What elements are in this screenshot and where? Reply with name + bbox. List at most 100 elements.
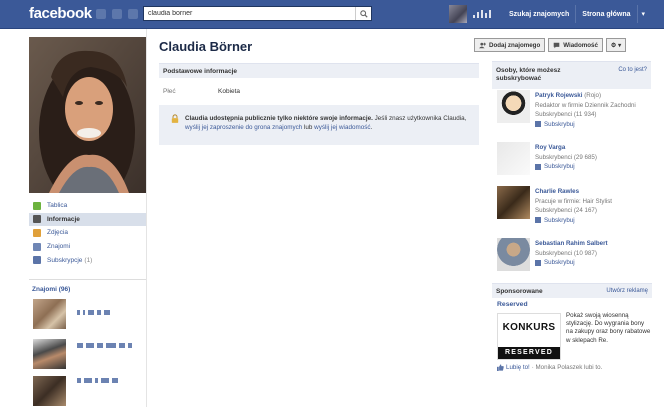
subscribe-suggestion: Charlie Rawles Pracuje w firmie: Hair Sty… (497, 186, 652, 224)
notice-or-text: lub (302, 124, 315, 131)
suggestion-name[interactable]: Roy Varga (535, 144, 565, 151)
friend-requests-icon[interactable] (96, 9, 106, 19)
gender-row: Płeć Kobieta (163, 88, 240, 95)
subscribe-button[interactable]: Subskrybuj (535, 258, 608, 268)
suggestion-photo[interactable] (497, 186, 530, 219)
profile-picture[interactable] (29, 37, 146, 193)
suggestion-name[interactable]: Patryk Rojewski (535, 92, 582, 99)
top-bar-right: Szukaj znajomych Strona główna ▾ (449, 5, 645, 23)
lock-icon (171, 114, 179, 123)
ad-image[interactable]: KONKURS RESERVED (497, 313, 561, 360)
suggestion-name-row: Sebastian Rahim Salbert (535, 239, 608, 249)
profile-actions: Dodaj znajomego Wiadomość ⚙ ▾ (474, 38, 627, 52)
notice-text: Jeśli znasz użytkownika Claudia, (372, 115, 467, 122)
nav-item-tablica[interactable]: Tablica (29, 199, 146, 213)
find-friends-link[interactable]: Szukaj znajomych (503, 5, 575, 23)
friend-avatar (33, 339, 66, 369)
nav-item-informacje[interactable]: Informacje (29, 212, 146, 227)
profile-name: Claudia Börner (159, 39, 253, 54)
notice-bold-text: Claudia udostępnia publicznie tylko niek… (185, 115, 373, 122)
subscribe-button[interactable]: Subskrybuj (535, 216, 612, 226)
ad-title[interactable]: Reserved (497, 301, 528, 308)
subscribe-label: Subskrybuj (544, 120, 575, 128)
notifications-icon[interactable] (128, 9, 138, 19)
subscribe-suggestions-box: Osoby, które możesz subskrybować Co to j… (492, 61, 651, 89)
search-icon (359, 9, 368, 18)
nav-item-subskrypcje[interactable]: Subskrypcje (1) (29, 253, 146, 267)
nav-item-label: Tablica (47, 202, 68, 210)
nav-item-label: Subskrypcje (47, 256, 83, 264)
friend-avatar (33, 376, 66, 406)
friend-avatar (33, 299, 66, 329)
facebook-logo[interactable]: facebook (29, 5, 92, 22)
suggestion-info: Patryk Rojewski (Rojo) Redaktor w firmie … (535, 91, 636, 129)
notification-jewels (96, 9, 138, 19)
left-divider (29, 279, 146, 280)
suggestion-photo[interactable] (497, 90, 530, 123)
suggestion-subscribers-count: Subskrybenci (11 934) (535, 111, 597, 118)
suggestion-detail: Pracuje w firmie: Hair Stylist (535, 197, 613, 205)
subscribe-icon (535, 217, 541, 224)
nav-item-label: Zdjęcia (47, 229, 68, 237)
send-friend-request-link[interactable]: wyślij jej zaproszenie do grona znajomyc… (185, 124, 302, 131)
suggestion-name-row: Charlie Rawles (535, 187, 612, 197)
friend-item[interactable] (33, 376, 143, 406)
subscribe-icon (535, 259, 541, 266)
suggestion-name[interactable]: Charlie Rawles (535, 188, 579, 195)
send-message-link[interactable]: wyślij jej wiadomość (314, 124, 370, 131)
subscribe-suggestion: Roy Varga Subskrybenci (29 685) Subskrybuj (497, 142, 652, 180)
gear-icon: ⚙ ▾ (610, 41, 622, 49)
suggestion-detail: Redaktor w firmie Dziennik Zachodni (535, 101, 636, 109)
column-divider (146, 29, 147, 407)
user-name-obscured[interactable] (473, 10, 493, 18)
account-menu-arrow[interactable]: ▾ (636, 5, 645, 23)
suggestion-photo[interactable] (497, 142, 530, 175)
subscribe-suggestion: Patryk Rojewski (Rojo) Redaktor w firmie … (497, 90, 652, 128)
ad-like-link[interactable]: Lubię to! (506, 364, 530, 371)
messages-icon[interactable] (112, 9, 122, 19)
privacy-notice: Claudia udostępnia publicznie tylko niek… (159, 105, 479, 145)
friend-item[interactable] (33, 299, 143, 329)
subscribe-label: Subskrybuj (544, 216, 575, 224)
ad-body: Pokaż swoją wiosenną stylizację. Do wygr… (566, 312, 651, 344)
nav-item-label: Informacje (47, 215, 80, 223)
suggestion-detail: Subskrybenci (10 987) (535, 249, 597, 257)
subscribe-label: Subskrybuj (544, 259, 575, 266)
message-button[interactable]: Wiadomość (548, 38, 603, 52)
ad-image-bottom-text: RESERVED (498, 347, 560, 359)
basic-info-header: Podstawowe informacje (159, 63, 479, 78)
friends-section-title[interactable]: Znajomi (96) (32, 286, 70, 293)
suggestion-subscribers-count: Subskrybenci (24 167) (535, 207, 597, 214)
subscriptions-icon (33, 256, 41, 265)
add-friend-icon (479, 42, 486, 48)
suggestion-name-row: Roy Varga (535, 143, 597, 153)
profile-navigation: Tablica Informacje Zdjęcia Znajomi Subskrypc… (29, 199, 146, 267)
create-ad-link[interactable]: Utwórz reklamę (606, 288, 648, 294)
search-input[interactable] (144, 7, 349, 20)
suggestion-name-row: Patryk Rojewski (Rojo) (535, 91, 636, 101)
nav-item-znajomi[interactable]: Znajomi (29, 240, 146, 254)
top-bar: facebook Szukaj znajomych Strona główna … (0, 0, 664, 29)
notice-period: . (370, 124, 373, 131)
subscribe-icon (535, 121, 541, 128)
suggestion-photo[interactable] (497, 238, 530, 271)
subscribe-label: Subskrybuj (544, 163, 575, 170)
profile-photo-image (29, 37, 146, 193)
info-icon (33, 215, 41, 224)
nav-item-label: Znajomi (47, 243, 71, 251)
what-is-this-link[interactable]: Co to jest? (618, 67, 647, 73)
photos-icon (33, 228, 41, 237)
search-button[interactable] (355, 7, 371, 20)
subscribe-button[interactable]: Subskrybuj (535, 162, 597, 172)
home-link[interactable]: Strona główna (575, 5, 636, 23)
subscribe-button[interactable]: Subskrybuj (535, 120, 636, 130)
ad-like-text: · Monika Polaszek lubi to. (531, 364, 603, 371)
suggestion-nickname: (Rojo) (584, 92, 602, 99)
user-avatar[interactable] (449, 5, 467, 23)
friend-item[interactable] (33, 339, 143, 369)
nav-item-zdjęcia[interactable]: Zdjęcia (29, 226, 146, 240)
gear-menu-button[interactable]: ⚙ ▾ (605, 38, 627, 52)
add-friend-label: Dodaj znajomego (489, 41, 541, 49)
add-friend-button[interactable]: Dodaj znajomego (474, 38, 546, 52)
suggestion-name[interactable]: Sebastian Rahim Salbert (535, 240, 608, 247)
